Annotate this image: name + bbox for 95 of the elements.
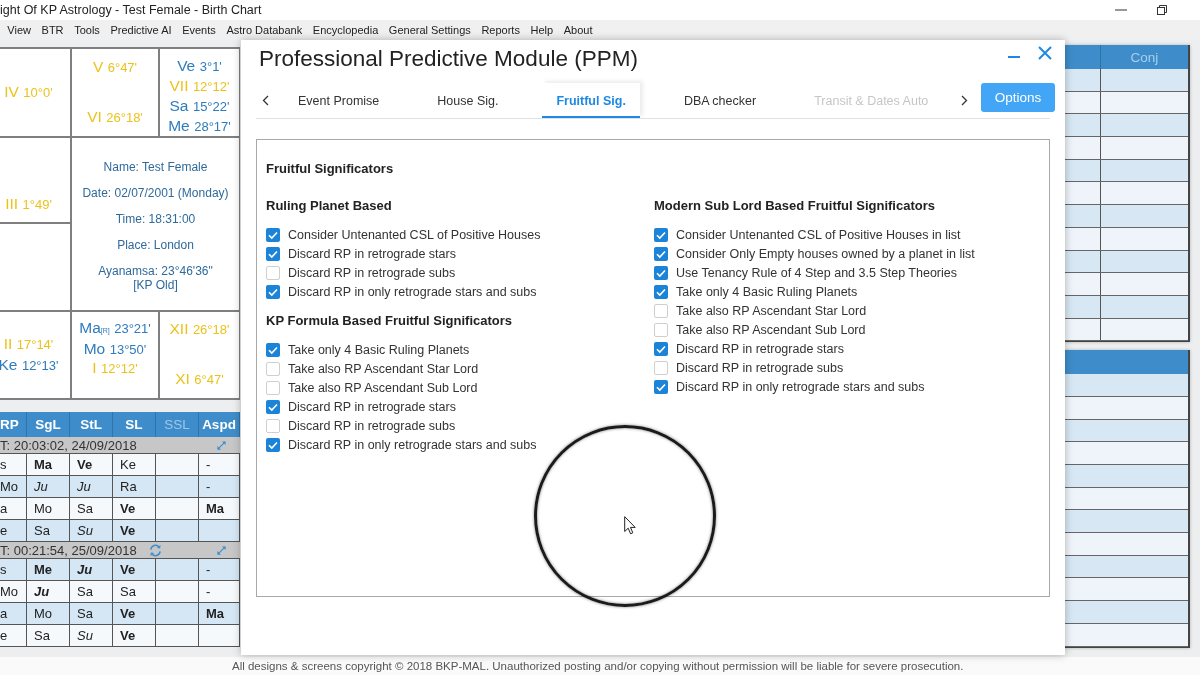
dialog-title: Professional Predictive Module (PPM): [259, 45, 638, 73]
checkbox[interactable]: [266, 380, 280, 395]
table-cell: Su: [70, 625, 113, 647]
planet-position-text: Ve 3°1': [177, 57, 222, 76]
menu-item[interactable]: Astro Databank: [221, 24, 308, 36]
house-cusp-text: VI 26°18': [87, 108, 143, 127]
planet-position-text: Sa 15°22': [169, 97, 230, 116]
checkbox-label: Discard RP in retrograde stars: [288, 399, 456, 414]
checkbox[interactable]: [654, 284, 668, 299]
checkbox[interactable]: [654, 322, 668, 337]
expand-icon[interactable]: [216, 544, 227, 556]
checkbox[interactable]: [266, 418, 280, 433]
checkbox[interactable]: [654, 379, 668, 394]
panel-heading: Fruitful Significators: [266, 161, 395, 177]
checkbox[interactable]: [654, 341, 668, 356]
chart-info-text: Name: Test Female: [103, 160, 208, 174]
checkbox-label: Discard RP in only retrograde stars and subs: [676, 379, 925, 394]
pointer-icon: [624, 516, 636, 535]
checkbox-label: Discard RP in retrograde stars: [676, 341, 844, 356]
house-cusp-text: XI 6°47': [175, 370, 224, 389]
chevron-left-icon[interactable]: [262, 95, 269, 106]
checkbox-label: Discard RP in only retrograde stars and subs: [288, 284, 537, 299]
checkbox[interactable]: [266, 227, 280, 242]
checkbox[interactable]: [266, 284, 280, 299]
chart-info-text: Time: 18:31:00: [115, 212, 196, 226]
checkbox-label: Consider Untenanted CSL of Positive Houses: [288, 227, 541, 242]
restore-icon[interactable]: [1157, 5, 1167, 15]
checkbox[interactable]: [654, 265, 668, 280]
checkbox[interactable]: [266, 246, 280, 261]
planet-position-text: Mo 13°50': [83, 340, 147, 359]
checkbox-label: Take also RP Ascendant Sub Lord: [676, 322, 866, 337]
checkbox[interactable]: [654, 360, 668, 375]
checkbox[interactable]: [266, 265, 280, 280]
checkbox[interactable]: [654, 227, 668, 242]
house-cusp-text: I 12°12': [92, 359, 138, 378]
menu-item[interactable]: General Settings: [383, 24, 477, 36]
checkbox[interactable]: [266, 342, 280, 357]
menu-item[interactable]: About: [558, 24, 598, 36]
menu-item[interactable]: Encyclopedia: [307, 24, 384, 36]
table-cell: e: [0, 625, 27, 647]
checkbox-label: Discard RP in retrograde subs: [288, 265, 456, 280]
menu-item[interactable]: Predictive AI: [105, 24, 177, 36]
tab[interactable]: House Sig.: [423, 83, 513, 118]
checkbox[interactable]: [654, 246, 668, 261]
menu-item[interactable]: Reports: [476, 24, 526, 36]
menu-item[interactable]: BTR: [36, 24, 69, 36]
house-cusp-text: II 17°14': [3, 335, 54, 354]
checkbox-label: Discard RP in only retrograde stars and subs: [288, 437, 537, 452]
table-cell: [199, 625, 240, 647]
checkbox[interactable]: [266, 399, 280, 414]
checkbox[interactable]: [266, 361, 280, 376]
section-heading: Ruling Planet Based: [266, 198, 393, 214]
checkbox-label: Take also RP Ascendant Sub Lord: [288, 380, 478, 395]
chevron-right-icon[interactable]: [961, 95, 968, 106]
house-cusp-text: IV 10°0': [4, 83, 53, 102]
checkbox-label: Take also RP Ascendant Star Lord: [676, 303, 867, 318]
window-title: ight Of KP Astrology - Test Female - Birth Chart: [0, 3, 262, 17]
checkbox[interactable]: [266, 437, 280, 452]
table-cell: Ve: [113, 625, 156, 647]
table-cell: Sa: [27, 625, 70, 647]
checkbox-label: Discard RP in retrograde stars: [288, 246, 456, 261]
tab[interactable]: DBA checker: [669, 83, 771, 118]
menu-item[interactable]: Events: [176, 24, 222, 36]
copyright-text: All designs & screens copyright © 2018 BKP-MAL. Unauthorized posting and/or copying without permission will be liable for severe prosecution.: [232, 660, 964, 672]
expand-icon[interactable]: [216, 439, 227, 451]
group-timestamp: T: 20:03:02, 24/09/2018: [0, 437, 137, 453]
table-cell: [156, 625, 199, 647]
house-cusp-text: VII 12°12': [169, 77, 230, 96]
menu-item[interactable]: View: [2, 24, 37, 36]
chart-info-text: Place: London: [117, 238, 194, 252]
section-heading: Modern Sub Lord Based Fruitful Significators: [654, 198, 936, 214]
menu-item[interactable]: Tools: [68, 24, 106, 36]
group-timestamp: T: 00:21:54, 25/09/2018: [0, 542, 137, 558]
refresh-icon[interactable]: [148, 543, 162, 557]
house-cusp-text: XII 26°18': [169, 320, 230, 339]
checkbox-label: Discard RP in retrograde subs: [288, 418, 456, 433]
planet-position-text: Ke 12°13': [0, 356, 59, 375]
checkbox-label: Discard RP in retrograde subs: [676, 360, 844, 375]
checkbox-label: Consider Only Empty houses owned by a planet in list: [676, 246, 975, 261]
menu-item[interactable]: Help: [525, 24, 559, 36]
tab[interactable]: Fruitful Sig.: [542, 83, 640, 118]
chart-info-text: Date: 02/07/2001 (Monday): [82, 186, 229, 200]
checkbox[interactable]: [654, 303, 668, 318]
house-cusp-text: III 1°49': [5, 195, 52, 214]
checkbox-label: Use Tenancy Rule of 4 Step and 3.5 Step Theories: [676, 265, 957, 280]
chart-info-text: Ayanamsa: 23°46'36" [KP Old]: [97, 264, 214, 292]
section-heading: KP Formula Based Fruitful Significators: [266, 313, 514, 329]
house-cusp-text: V 6°47': [92, 58, 138, 77]
checkbox-label: Take only 4 Basic Ruling Planets: [676, 284, 858, 299]
tab[interactable]: Event Promise: [284, 83, 394, 118]
checkbox-label: Take also RP Ascendant Star Lord: [288, 361, 479, 376]
checkbox-label: Consider Untenanted CSL of Positive Houses in list: [676, 227, 961, 242]
checkbox-label: Take only 4 Basic Ruling Planets: [288, 342, 470, 357]
close-icon[interactable]: [1038, 46, 1052, 60]
planet-position-text: Me 28°17': [168, 117, 231, 136]
